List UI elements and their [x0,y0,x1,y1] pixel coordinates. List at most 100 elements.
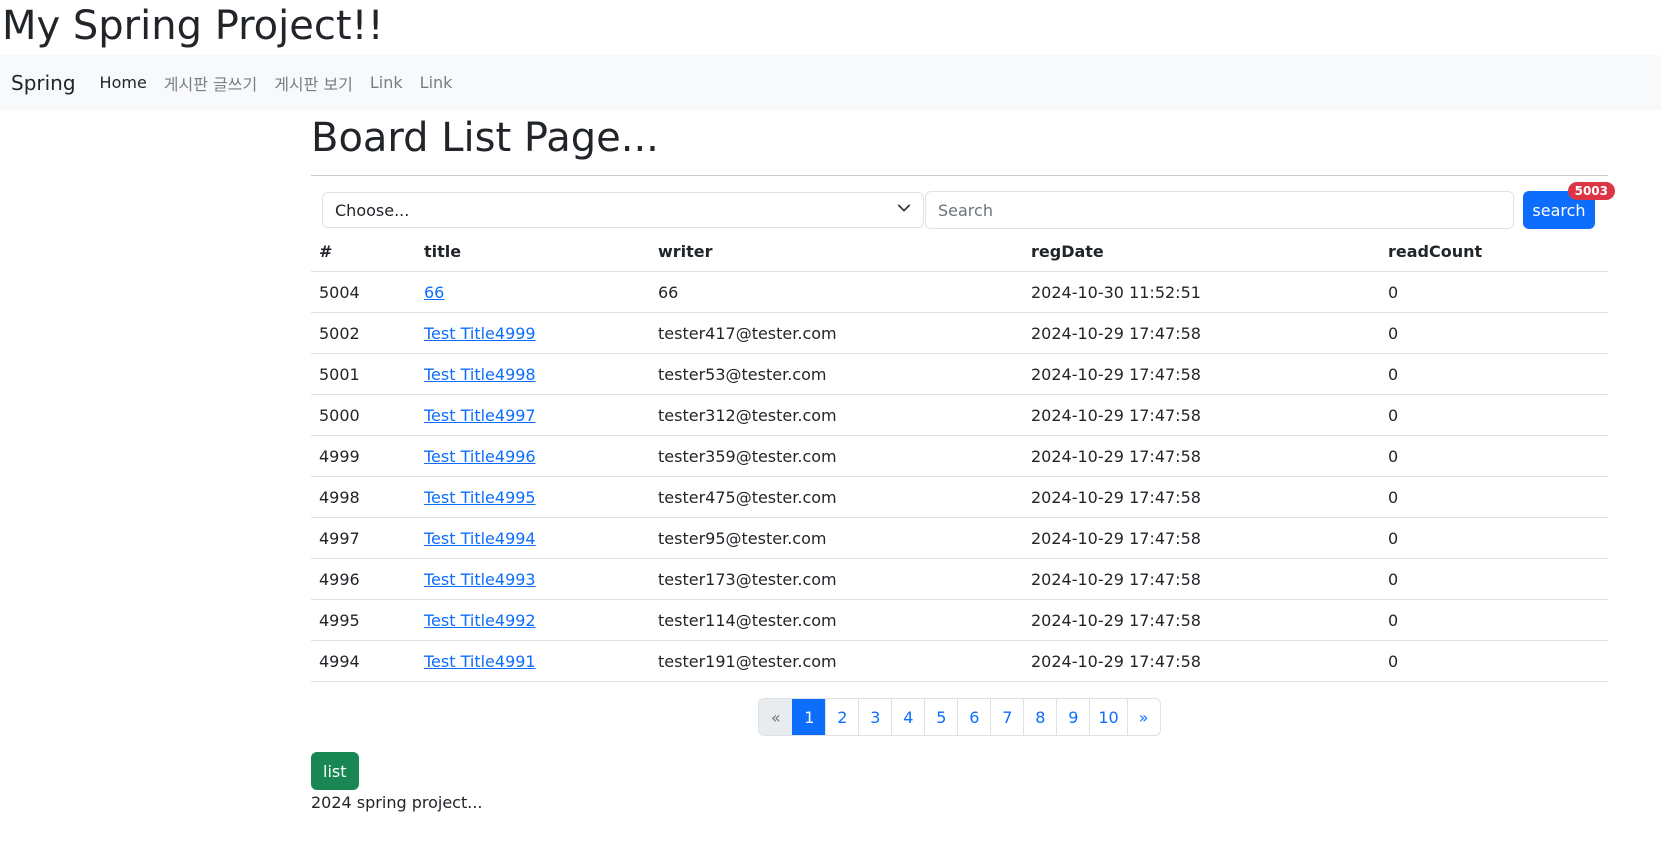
cell-no: 4994 [311,640,416,682]
pagination: « 1 2 3 4 5 6 7 8 9 10 » [311,698,1608,736]
search-type-selected-value: Choose... [335,200,410,220]
search-input[interactable] [925,191,1514,229]
cell-no: 4999 [311,435,416,477]
cell-writer: 66 [650,271,1023,313]
table-row: 5002 Test Title4999 tester417@tester.com… [311,312,1608,354]
cell-readcount: 0 [1380,394,1608,436]
page-link-6[interactable]: 6 [957,699,990,735]
post-title-link[interactable]: 66 [424,283,444,302]
chevron-down-icon [897,201,911,219]
cell-regdate: 2024-10-29 17:47:58 [1023,312,1380,354]
pagination-next[interactable]: » [1126,699,1160,735]
page-link-5[interactable]: 5 [924,699,957,735]
post-title-link[interactable]: Test Title4998 [424,365,536,384]
column-header-no: # [311,231,416,272]
column-header-regdate: regDate [1023,231,1380,272]
page-link-3[interactable]: 3 [858,699,891,735]
cell-no: 5004 [311,271,416,313]
table-row: 4995 Test Title4992 tester114@tester.com… [311,599,1608,641]
table-row: 4999 Test Title4996 tester359@tester.com… [311,435,1608,477]
table-header-row: # title writer regDate readCount [311,231,1608,272]
cell-regdate: 2024-10-29 17:47:58 [1023,435,1380,477]
cell-readcount: 0 [1380,640,1608,682]
column-header-title: title [416,231,650,272]
list-button[interactable]: list [311,752,359,790]
cell-no: 5002 [311,312,416,354]
cell-regdate: 2024-10-29 17:47:58 [1023,599,1380,641]
table-row: 5004 66 66 2024-10-30 11:52:51 0 [311,271,1608,313]
pagination-prev: « [759,699,793,735]
nav-link-board-list[interactable]: 게시판 보기 [274,71,353,95]
cell-writer: tester191@tester.com [650,640,1023,682]
cell-regdate: 2024-10-29 17:47:58 [1023,394,1380,436]
cell-regdate: 2024-10-29 17:47:58 [1023,517,1380,559]
table-row: 5001 Test Title4998 tester53@tester.com … [311,353,1608,395]
cell-regdate: 2024-10-29 17:47:58 [1023,640,1380,682]
footer-text: 2024 spring project... [311,793,483,812]
search-button[interactable]: search 5003 [1523,182,1615,229]
board-table: # title writer regDate readCount 5004 66… [311,231,1608,682]
navbar: Spring Home 게시판 글쓰기 게시판 보기 Link Link [0,55,1661,110]
post-title-link[interactable]: Test Title4993 [424,570,536,589]
page-link-4[interactable]: 4 [891,699,924,735]
navbar-brand[interactable]: Spring [11,71,76,95]
column-header-readcount: readCount [1380,231,1608,272]
page-link-1[interactable]: 1 [792,699,826,735]
post-title-link[interactable]: Test Title4991 [424,652,536,671]
cell-writer: tester173@tester.com [650,558,1023,600]
cell-readcount: 0 [1380,353,1608,395]
cell-readcount: 0 [1380,558,1608,600]
cell-writer: tester114@tester.com [650,599,1023,641]
table-row: 5000 Test Title4997 tester312@tester.com… [311,394,1608,436]
cell-writer: tester417@tester.com [650,312,1023,354]
nav-link-link-1[interactable]: Link [370,73,403,92]
page-link-2[interactable]: 2 [825,699,858,735]
nav-link-board-write[interactable]: 게시판 글쓰기 [164,71,257,95]
page-link-9[interactable]: 9 [1056,699,1089,735]
cell-writer: tester359@tester.com [650,435,1023,477]
cell-regdate: 2024-10-29 17:47:58 [1023,353,1380,395]
cell-no: 4998 [311,476,416,518]
page-link-10[interactable]: 10 [1089,699,1126,735]
post-title-link[interactable]: Test Title4992 [424,611,536,630]
cell-readcount: 0 [1380,271,1608,313]
cell-readcount: 0 [1380,435,1608,477]
cell-writer: tester475@tester.com [650,476,1023,518]
result-count-badge: 5003 [1567,182,1615,200]
post-title-link[interactable]: Test Title4994 [424,529,536,548]
cell-no: 4996 [311,558,416,600]
search-type-select[interactable]: Choose... [322,192,924,228]
cell-writer: tester95@tester.com [650,517,1023,559]
page-link-8[interactable]: 8 [1023,699,1056,735]
post-title-link[interactable]: Test Title4995 [424,488,536,507]
title-divider [311,175,1608,176]
page-title: Board List Page... [311,115,659,161]
search-button-label: search [1532,200,1586,220]
cell-writer: tester312@tester.com [650,394,1023,436]
cell-no: 5001 [311,353,416,395]
main-container: Board List Page... Choose... search 5003… [311,110,1615,812]
cell-no: 4995 [311,599,416,641]
cell-no: 5000 [311,394,416,436]
post-title-link[interactable]: Test Title4997 [424,406,536,425]
site-title: My Spring Project!! [2,3,384,49]
cell-no: 4997 [311,517,416,559]
post-title-link[interactable]: Test Title4999 [424,324,536,343]
nav-link-link-2[interactable]: Link [420,73,453,92]
post-title-link[interactable]: Test Title4996 [424,447,536,466]
page-link-7[interactable]: 7 [990,699,1023,735]
search-form: Choose... search 5003 [311,182,1615,229]
cell-regdate: 2024-10-29 17:47:58 [1023,558,1380,600]
cell-regdate: 2024-10-30 11:52:51 [1023,271,1380,313]
cell-readcount: 0 [1380,312,1608,354]
table-row: 4998 Test Title4995 tester475@tester.com… [311,476,1608,518]
cell-readcount: 0 [1380,476,1608,518]
cell-readcount: 0 [1380,517,1608,559]
column-header-writer: writer [650,231,1023,272]
cell-writer: tester53@tester.com [650,353,1023,395]
cell-readcount: 0 [1380,599,1608,641]
table-row: 4996 Test Title4993 tester173@tester.com… [311,558,1608,600]
table-row: 4997 Test Title4994 tester95@tester.com … [311,517,1608,559]
nav-link-home[interactable]: Home [100,73,147,92]
table-row: 4994 Test Title4991 tester191@tester.com… [311,640,1608,682]
